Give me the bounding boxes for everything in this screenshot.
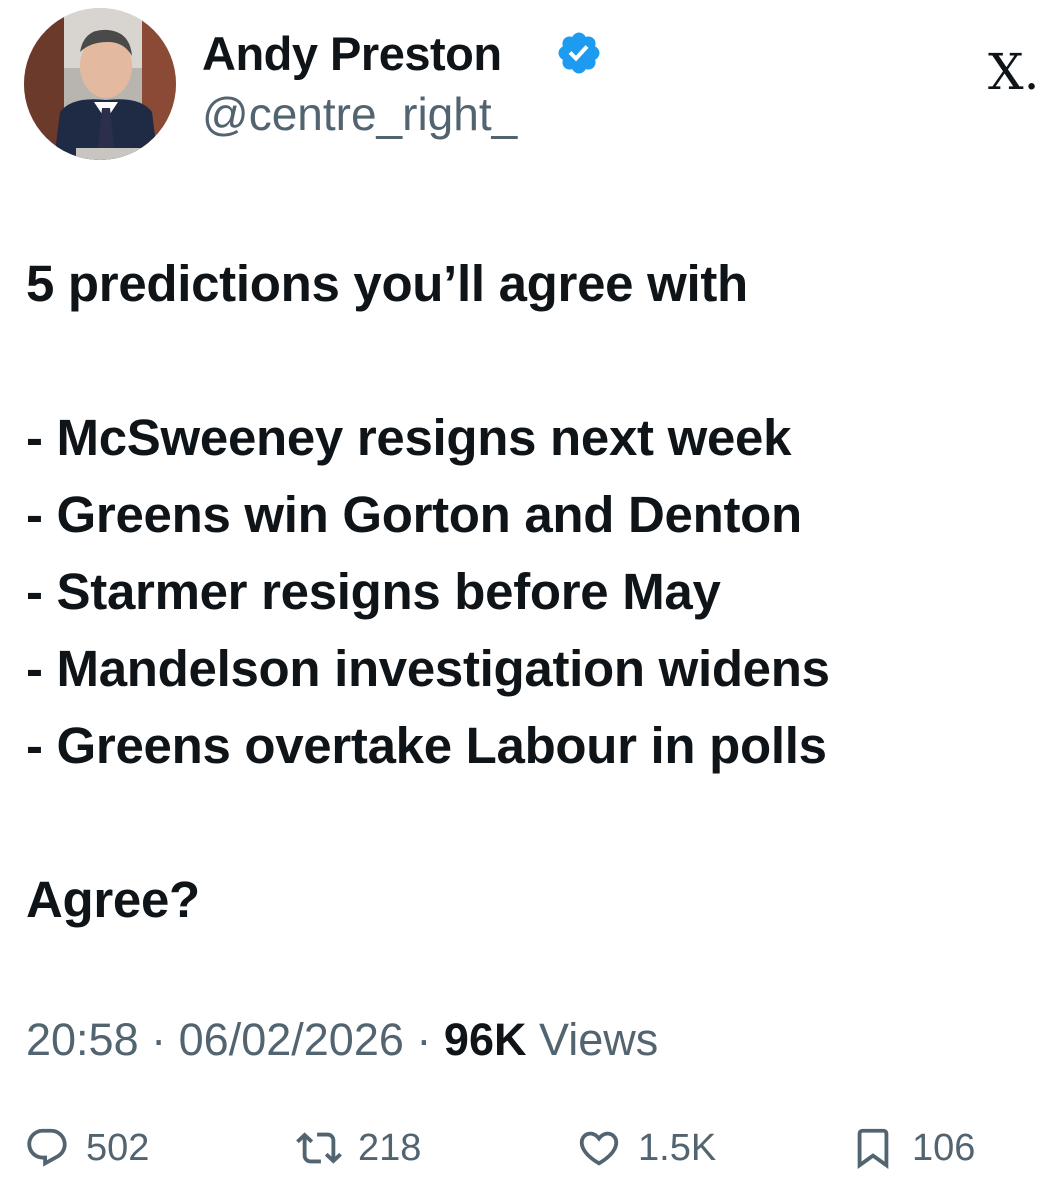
reply-button[interactable]: 502 bbox=[24, 1118, 149, 1178]
tweet-line: - Greens overtake Labour in polls bbox=[26, 717, 827, 774]
like-count: 1.5K bbox=[638, 1127, 717, 1169]
x-logo-icon: X. bbox=[988, 43, 1040, 101]
heart-icon bbox=[579, 1131, 619, 1166]
views-count: 96K bbox=[443, 1014, 527, 1065]
bookmark-count: 106 bbox=[912, 1127, 976, 1169]
reply-icon bbox=[27, 1128, 67, 1167]
like-button[interactable]: 1.5K bbox=[576, 1118, 716, 1178]
tweet-text: 5 predictions you’ll agree with - McSwee… bbox=[26, 254, 1036, 947]
tweet-actions: 502 218 1.5K 106 bbox=[0, 1118, 1055, 1178]
bookmark-button[interactable]: 106 bbox=[850, 1118, 975, 1178]
tweet-line: - Starmer resigns before May bbox=[26, 563, 721, 620]
meta-separator: · bbox=[151, 1014, 167, 1065]
tweet-line: - McSweeney resigns next week bbox=[26, 409, 792, 466]
author-name[interactable]: Andy Preston bbox=[202, 26, 502, 82]
tweet-line: - Mandelson investigation widens bbox=[26, 640, 830, 697]
avatar-image bbox=[24, 8, 176, 160]
verified-badge-icon bbox=[558, 32, 600, 74]
tweet-date[interactable]: 06/02/2026 bbox=[179, 1014, 404, 1065]
author-handle[interactable]: @centre_right_ bbox=[202, 86, 517, 142]
tweet-meta: 20:58 · 06/02/2026 · 96K Views bbox=[26, 1012, 658, 1068]
bookmark-icon bbox=[857, 1128, 889, 1169]
repost-button[interactable]: 218 bbox=[296, 1118, 421, 1178]
tweet-time[interactable]: 20:58 bbox=[26, 1014, 139, 1065]
author-avatar[interactable] bbox=[24, 8, 176, 160]
reply-count: 502 bbox=[86, 1127, 150, 1169]
repost-icon bbox=[296, 1132, 342, 1164]
views-label: Views bbox=[539, 1014, 659, 1065]
tweet-line: - Greens win Gorton and Denton bbox=[26, 486, 802, 543]
meta-separator: · bbox=[416, 1014, 432, 1065]
tweet-line: 5 predictions you’ll agree with bbox=[26, 255, 748, 312]
repost-count: 218 bbox=[358, 1127, 422, 1169]
tweet-line: Agree? bbox=[26, 871, 200, 928]
